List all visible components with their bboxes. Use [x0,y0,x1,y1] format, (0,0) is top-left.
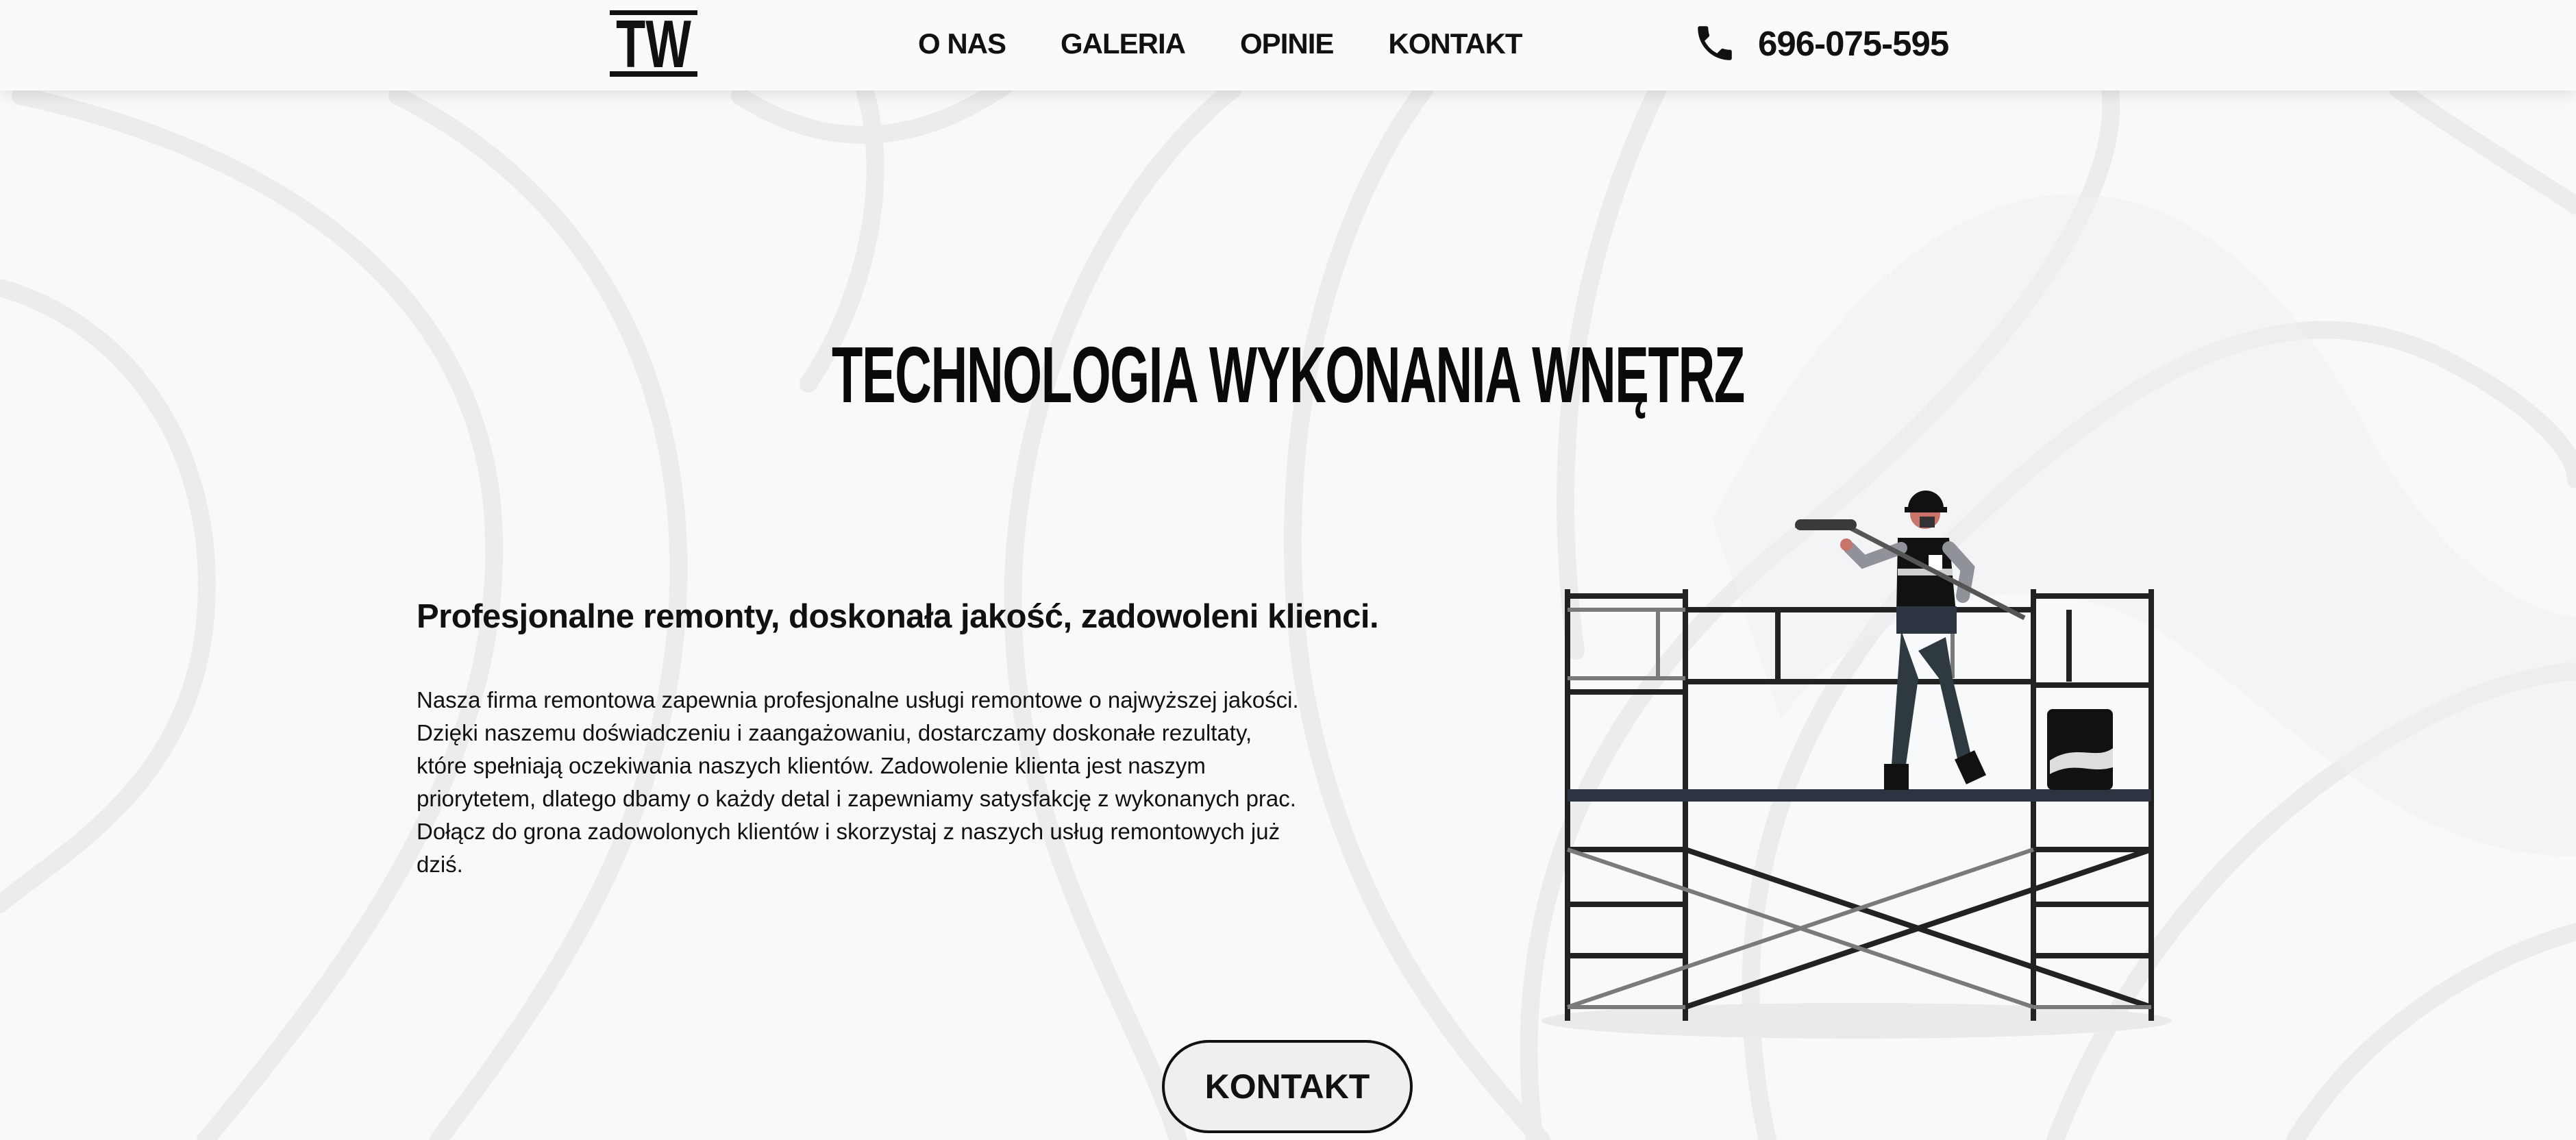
nav-link-opinie[interactable]: OPINIE [1240,26,1334,62]
top-navbar: TW O NAS GALERIA OPINIE KONTAKT 696-075-… [0,0,2576,90]
nav-link-galeria[interactable]: GALERIA [1061,26,1186,62]
phone-number[interactable]: 696-075-595 [1758,23,1949,64]
logo[interactable]: TW [610,8,697,79]
worker-on-scaffolding-illustration [1541,491,2172,1039]
hero-tagline: Profesjonalne remonty, doskonała jakość,… [417,598,1379,635]
phone-contact[interactable]: 696-075-595 [1692,21,1949,66]
phone-icon [1698,26,1732,60]
hero-description: Nasza firma remontowa zapewnia profesjon… [417,687,1299,877]
background-swirls [0,0,2576,1140]
nav-link-o-nas[interactable]: O NAS [918,26,1006,62]
contact-button[interactable]: KONTAKT [1162,1040,1413,1133]
svg-text:TW: TW [616,8,691,79]
main-nav: O NAS GALERIA OPINIE KONTAKT [918,26,1523,62]
nav-link-kontakt[interactable]: KONTAKT [1388,26,1522,62]
page-title: TECHNOLOGIA WYKONANIA WNĘTRZ [832,330,1745,419]
